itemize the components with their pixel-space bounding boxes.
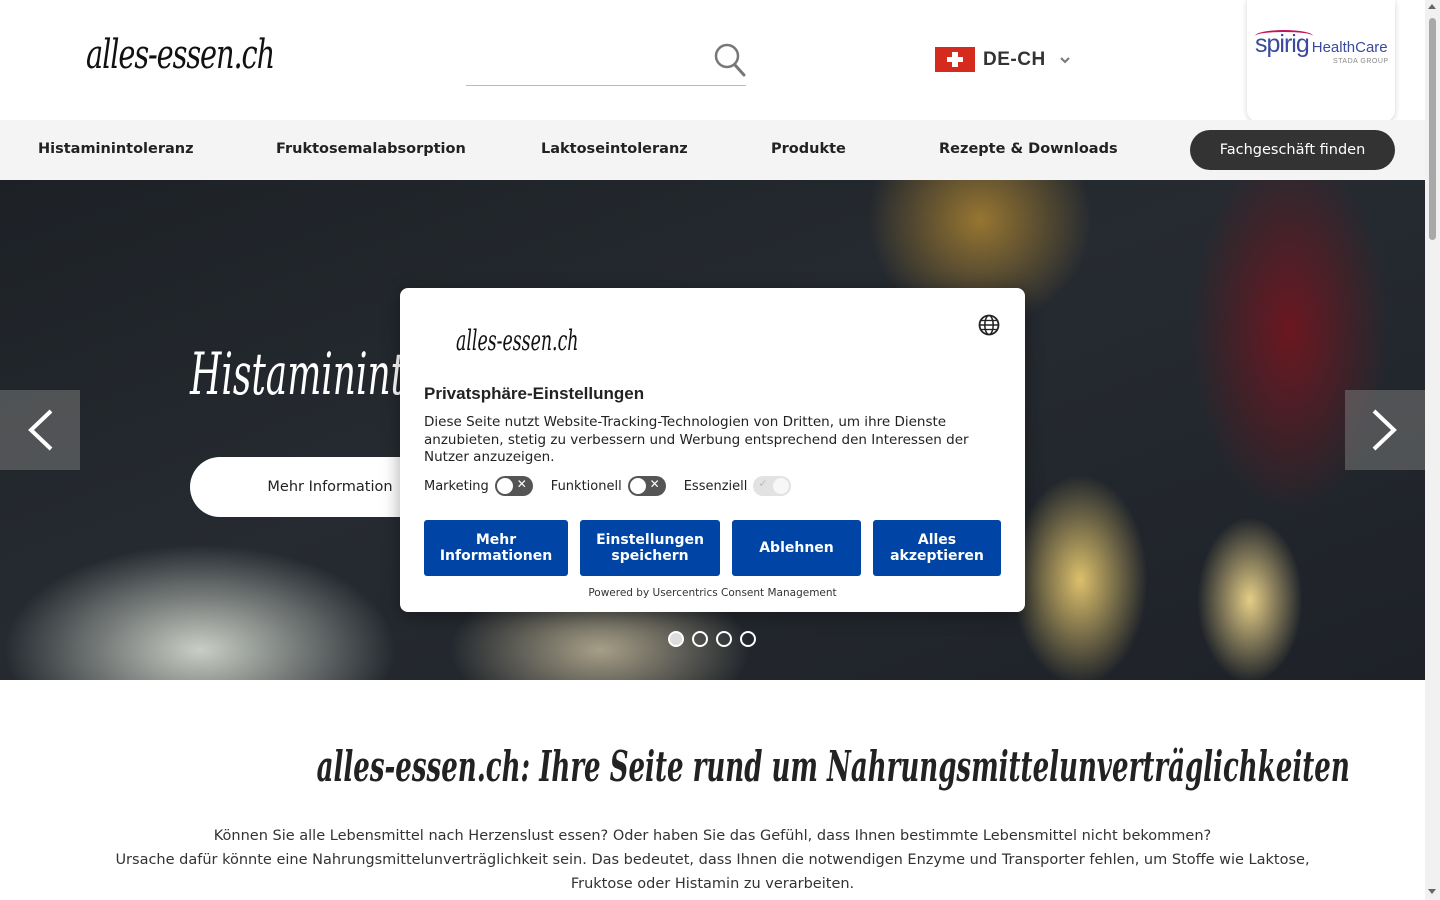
- scroll-thumb[interactable]: [1429, 18, 1436, 240]
- chevron-down-icon: [1059, 56, 1070, 63]
- partner-sub: HealthCare: [1311, 39, 1388, 56]
- consent-title: Privatsphäre-Einstellungen: [424, 384, 645, 403]
- search-bar: [466, 38, 746, 86]
- more-info-button[interactable]: Mehr Informationen: [424, 520, 568, 576]
- partner-logo: spirig HealthCare: [1255, 30, 1388, 59]
- search-input[interactable]: [466, 38, 706, 84]
- slider-next-button[interactable]: [1345, 390, 1425, 470]
- find-store-button[interactable]: Fachgeschäft finden: [1190, 130, 1395, 170]
- consent-text: Diese Seite nutzt Website-Tracking-Techn…: [424, 414, 969, 465]
- toggle-label-essenziell: Essenziell: [683, 478, 748, 494]
- page-title-text: alles-essen.ch: Ihre Seite rund um Nahru…: [316, 742, 1350, 791]
- toggle-group-funktionell: Funktionell ✕: [551, 476, 666, 496]
- chevron-left-icon: [28, 409, 53, 451]
- essenziell-toggle: ✓: [753, 476, 792, 496]
- main-nav: Histaminintoleranz Fruktosemalabsorption…: [0, 120, 1425, 180]
- scroll-down-arrow[interactable]: [1428, 889, 1436, 894]
- deny-button[interactable]: Ablehnen: [732, 520, 861, 576]
- slider-dot[interactable]: [692, 631, 708, 647]
- chevron-right-icon: [1372, 409, 1397, 451]
- nav-item-produkte[interactable]: Produkte: [771, 141, 846, 157]
- swiss-flag-icon: [935, 47, 975, 72]
- consent-toggles: Marketing ✕ Funktionell ✕ Essenziell ✓: [424, 476, 809, 496]
- intro-text: Können Sie alle Lebensmittel nach Herzen…: [100, 824, 1325, 896]
- consent-dialog: alles-essen.ch Privatsphäre-Einstellunge…: [400, 288, 1025, 612]
- check-icon: ✓: [758, 477, 768, 490]
- slider-prev-button[interactable]: [0, 390, 80, 470]
- close-icon: ✕: [649, 477, 660, 491]
- page-title: alles-essen.ch: Ihre Seite rund um Nahru…: [0, 742, 1425, 791]
- toggle-group-marketing: Marketing ✕: [424, 476, 533, 496]
- consent-buttons: Mehr Informationen Einstellungen speiche…: [424, 520, 1001, 576]
- toggle-label-marketing: Marketing: [424, 478, 489, 494]
- save-settings-button[interactable]: Einstellungen speichern: [580, 520, 720, 576]
- partner-badge[interactable]: spirig HealthCare STADA GROUP: [1247, 0, 1395, 122]
- nav-item-fruktosemalabsorption[interactable]: Fruktosemalabsorption: [276, 141, 466, 157]
- partner-brand: spirig: [1255, 30, 1310, 58]
- intro-line-1: Können Sie alle Lebensmittel nach Herzen…: [213, 828, 1212, 844]
- search-icon[interactable]: [714, 42, 746, 78]
- slider-dot[interactable]: [668, 631, 684, 647]
- partner-group: STADA GROUP: [1333, 58, 1389, 65]
- globe-icon[interactable]: [978, 314, 1000, 336]
- slider-dots: [668, 631, 756, 647]
- intro-line-2: Ursache dafür könnte eine Nahrungsmittel…: [115, 852, 1310, 892]
- slider-dot[interactable]: [716, 631, 732, 647]
- site-logo[interactable]: alles-essen.ch: [86, 32, 275, 78]
- toggle-label-funktionell: Funktionell: [550, 478, 622, 494]
- scroll-up-arrow[interactable]: [1428, 4, 1436, 9]
- consent-powered-by[interactable]: Powered by Usercentrics Consent Manageme…: [400, 587, 1025, 599]
- consent-logo: alles-essen.ch: [456, 324, 579, 357]
- site-header: alles-essen.ch DE-CH spirig HealthCare S…: [0, 0, 1425, 122]
- close-icon: ✕: [516, 477, 527, 491]
- accept-all-button[interactable]: Alles akzeptieren: [873, 520, 1001, 576]
- nav-item-histaminintoleranz[interactable]: Histaminintoleranz: [38, 141, 194, 157]
- language-selector[interactable]: DE-CH: [935, 47, 1072, 72]
- marketing-toggle[interactable]: ✕: [494, 476, 533, 496]
- nav-item-laktoseintoleranz[interactable]: Laktoseintoleranz: [541, 141, 688, 157]
- language-label: DE-CH: [983, 48, 1046, 70]
- page-scrollbar[interactable]: [1425, 0, 1440, 900]
- funktionell-toggle[interactable]: ✕: [627, 476, 666, 496]
- toggle-group-essenziell: Essenziell ✓: [684, 476, 792, 496]
- slider-dot[interactable]: [740, 631, 756, 647]
- nav-item-rezepte-downloads[interactable]: Rezepte & Downloads: [939, 141, 1118, 157]
